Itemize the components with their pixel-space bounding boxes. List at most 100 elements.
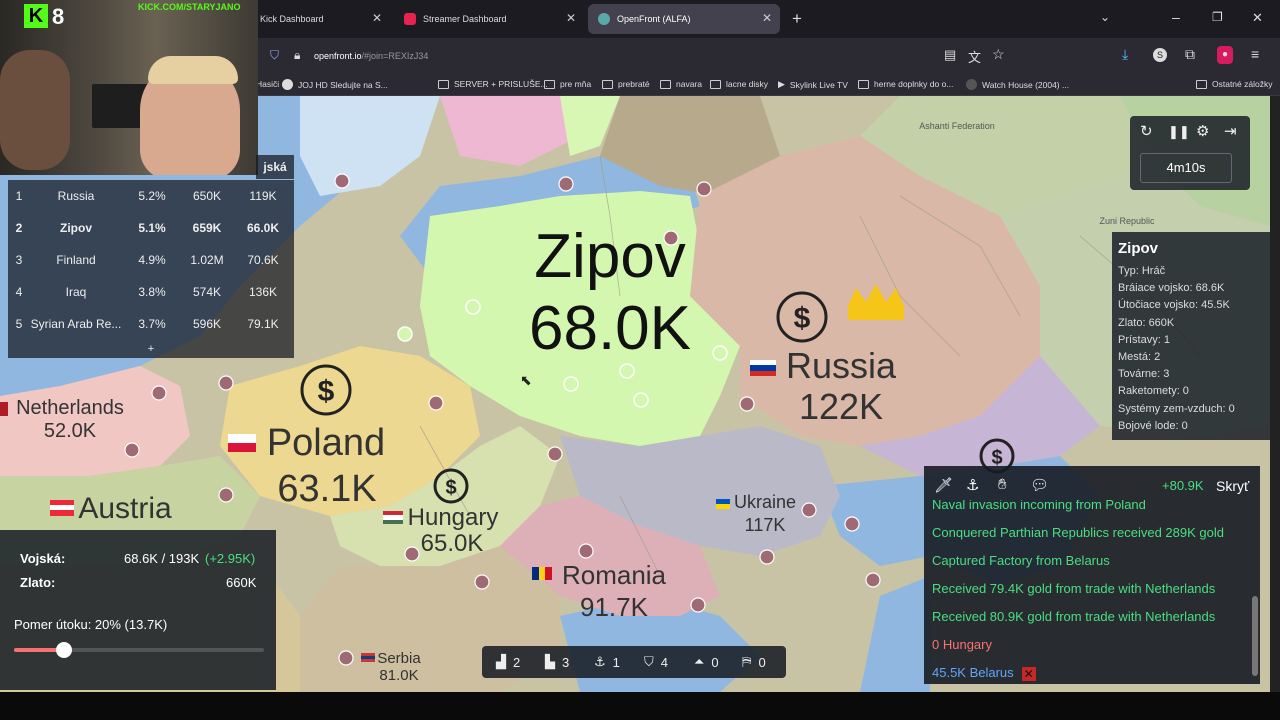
- count: 3: [562, 654, 570, 670]
- chevron-down-icon[interactable]: ⌄: [1100, 10, 1110, 24]
- bookmark-label: navara: [676, 79, 702, 89]
- gold-label: Zlato:: [20, 575, 56, 590]
- trade-filter-icon[interactable]: ⚓︎: [966, 476, 979, 494]
- attacking-troops: Útočiace vojsko: 45.5K: [1118, 299, 1230, 312]
- bookmark-label: SERVER + PRISLUŠE...: [454, 79, 548, 89]
- map-troops-ukraine: 117K: [744, 515, 786, 535]
- microphone-icon[interactable]: ●: [1217, 46, 1233, 64]
- missile-silos-count[interactable]: ⏶ 0: [694, 654, 719, 670]
- extensions-icon[interactable]: ⧉: [1185, 46, 1195, 63]
- events-scrollbar[interactable]: [1252, 596, 1258, 676]
- event-message: Received 80.9K gold from trade with Neth…: [932, 609, 1216, 624]
- close-tab-icon[interactable]: ✕: [566, 11, 576, 25]
- event-message: Captured Factory from Belarus: [932, 553, 1110, 568]
- person-left-image: [0, 50, 70, 170]
- factories-count[interactable]: ▙ 3: [545, 654, 569, 670]
- map-troops-serbia: 81.0K: [379, 667, 419, 684]
- map-label-austria: Austria: [78, 492, 172, 525]
- cities-count[interactable]: ▟ 2: [496, 654, 520, 670]
- event-message: Naval invasion incoming from Poland: [932, 500, 1146, 512]
- cancel-attack-icon[interactable]: ✕: [1021, 666, 1036, 681]
- map-troops-zipov: 68.0K: [528, 294, 692, 363]
- webcam-overlay: K 8 KICK.COM/STARYJANO: [0, 0, 258, 175]
- bookmark-prebrate[interactable]: prebraté: [602, 79, 650, 89]
- folder-icon: [858, 79, 869, 89]
- map-troops-romania: 91.7K: [580, 592, 648, 622]
- map-troops-hungary: 65.0K: [420, 530, 484, 557]
- folder-icon: [602, 79, 613, 89]
- restart-icon[interactable]: ↻: [1140, 122, 1153, 140]
- bookmark-herne[interactable]: herne doplnky do o...: [858, 79, 953, 89]
- gear-icon[interactable]: ⚙: [1196, 122, 1209, 140]
- translate-icon[interactable]: 文: [968, 47, 981, 66]
- bookmark-label: herne doplnky do o...: [874, 79, 954, 89]
- menu-icon[interactable]: ≡: [1251, 46, 1259, 62]
- close-tab-icon[interactable]: ✕: [372, 11, 382, 25]
- bookmark-pre-mna[interactable]: pre mňa: [544, 79, 591, 89]
- territory-pct: 5.1%: [138, 221, 166, 235]
- leaderboard-row[interactable]: 4 Iraq 3.8% 574K 136K: [8, 276, 294, 308]
- player-sam-systems: Systémy zem-vzduch: 0: [1118, 402, 1235, 415]
- star-icon[interactable]: ☆: [992, 46, 1005, 63]
- new-tab-icon[interactable]: +: [792, 9, 802, 29]
- defending-troops: Bráiace vojsko: 68.6K: [1118, 282, 1225, 295]
- factory-icon: ▙: [545, 654, 555, 669]
- leaderboard-row[interactable]: 3 Finland 4.9% 1.02M 70.6K: [8, 244, 294, 276]
- defense-count[interactable]: ⛉ 4: [644, 654, 668, 670]
- territory-pct: 3.8%: [138, 285, 166, 299]
- profile-s-icon[interactable]: S: [1153, 48, 1167, 62]
- leaderboard-expand-button[interactable]: +: [8, 340, 294, 358]
- mouse-cursor-icon: ⬉: [520, 372, 532, 388]
- tab-streamer-dashboard[interactable]: Streamer Dashboard ✕: [394, 4, 584, 34]
- sam-count[interactable]: ⛿ 0: [742, 654, 766, 670]
- leaderboard-row-self[interactable]: 2 Zipov 5.1% 659K 66.0K: [8, 212, 294, 244]
- sword-filter-icon[interactable]: 🗡︎: [934, 476, 953, 494]
- bookmark-hasici[interactable]: Hasiči: [256, 79, 279, 89]
- bookmark-joj[interactable]: JOJ HD Sledujte na S...: [282, 79, 388, 90]
- bookmark-skylink[interactable]: ▶ Skylink Live TV: [778, 79, 848, 90]
- folder-icon: [660, 79, 671, 89]
- bookmark-other[interactable]: Ostatné záložky: [1196, 79, 1272, 89]
- leaderboard-row[interactable]: 5 Syrian Arab Re... 3.7% 596K 79.1K: [8, 308, 294, 340]
- kick-favicon-icon: [404, 13, 416, 25]
- player-info-panel: Zipov Typ: Hráč Bráiace vojsko: 68.6K Út…: [1112, 232, 1270, 440]
- restore-icon[interactable]: ❐: [1212, 10, 1223, 24]
- url-field[interactable]: openfront.io/#join=REXIzJ34: [264, 43, 1024, 69]
- player-name: Zipov: [60, 221, 92, 235]
- troops: 119K: [249, 189, 277, 203]
- page-scrollbar[interactable]: [1270, 96, 1280, 692]
- gold: 596K: [192, 317, 222, 331]
- chat-filter-icon[interactable]: 💬︎: [1030, 476, 1049, 494]
- minimize-icon[interactable]: –: [1172, 9, 1180, 25]
- attack-ratio-slider[interactable]: [14, 642, 264, 658]
- player-gold: Zlato: 660K: [1118, 316, 1175, 329]
- count: 1: [612, 654, 620, 670]
- bookmark-watch-house[interactable]: Watch House (2004) ...: [966, 79, 1069, 90]
- alliance-filter-icon[interactable]: ✋︎: [998, 476, 1007, 493]
- bookmark-server[interactable]: SERVER + PRISLUŠE...: [438, 79, 548, 89]
- tab-openfront[interactable]: OpenFront (ALFA) ✕: [588, 4, 780, 34]
- bookmark-navara[interactable]: navara: [660, 79, 702, 89]
- map-label-russia: Russia: [785, 345, 897, 386]
- close-tab-icon[interactable]: ✕: [762, 11, 772, 25]
- bookmark-lacne-disky[interactable]: lacne disky: [710, 79, 768, 89]
- structures-bar: ▟ 2 ▙ 3 ⚓︎ 1 ⛉ 4 ⏶ 0 ⛿ 0: [482, 646, 786, 678]
- player-name: Russia: [57, 189, 95, 203]
- ports-count[interactable]: ⚓︎ 1: [594, 654, 620, 670]
- pause-icon[interactable]: ❚❚: [1168, 124, 1190, 140]
- gold-rate: +80.9K: [1162, 478, 1204, 493]
- reader-view-icon[interactable]: ▤: [944, 47, 956, 63]
- event-message-text: 45.5K Belarus: [932, 665, 1014, 680]
- tab-label: Kick Dashboard: [260, 14, 324, 24]
- hide-events-button[interactable]: Skryť: [1216, 478, 1249, 494]
- attack-ratio-handle[interactable]: [56, 642, 72, 658]
- leaderboard-header-fragment[interactable]: jská: [256, 155, 294, 179]
- tab-kick-dashboard[interactable]: Kick Dashboard ✕: [250, 4, 390, 34]
- exit-icon[interactable]: ⇥: [1224, 122, 1237, 140]
- close-window-icon[interactable]: ✕: [1252, 10, 1263, 26]
- download-icon[interactable]: ⤓: [1122, 46, 1128, 63]
- troops-delta: (+2.95K): [205, 551, 256, 566]
- troops: 136K: [248, 285, 278, 299]
- leaderboard-row[interactable]: 1 Russia 5.2% 650K 119K: [8, 180, 294, 212]
- folder-icon: [710, 79, 721, 89]
